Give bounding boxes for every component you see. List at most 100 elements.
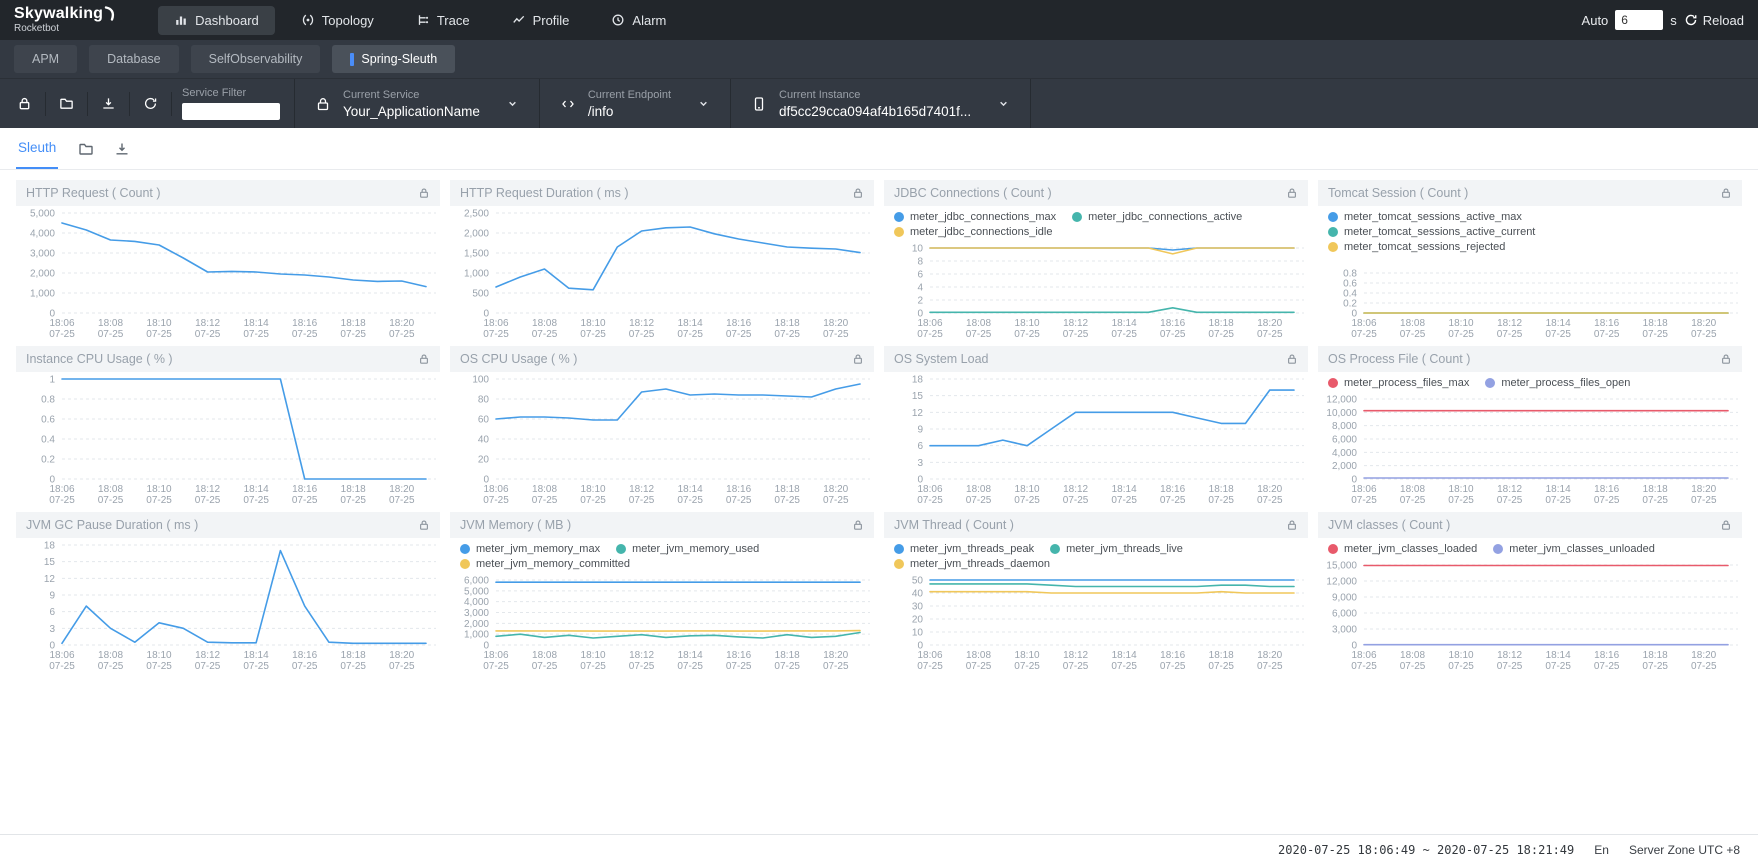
auto-label: Auto <box>1582 13 1609 28</box>
legend-item-meter-tomcat-sessions-active-max[interactable]: meter_tomcat_sessions_active_max <box>1328 211 1522 223</box>
x-axis-date-label: 07-25 <box>726 495 752 506</box>
chart-lock-button[interactable] <box>418 187 430 199</box>
x-axis-time-label: 18:12 <box>1063 484 1088 495</box>
logo-text: Skywalking <box>14 6 103 22</box>
legend-item-meter-jvm-memory-max[interactable]: meter_jvm_memory_max <box>460 543 600 555</box>
x-axis-time-label: 18:10 <box>1015 650 1040 661</box>
chart-lock-button[interactable] <box>1286 187 1298 199</box>
tab-sleuth[interactable]: Sleuth <box>16 128 58 169</box>
chart-plot[interactable]: 036912151818:0607-2518:0807-2518:1007-25… <box>884 372 1308 506</box>
nav-alarm[interactable]: Alarm <box>595 6 682 35</box>
nav-trace[interactable]: Trace <box>400 6 486 35</box>
legend-item-meter-process-files-open[interactable]: meter_process_files_open <box>1485 377 1630 389</box>
y-axis-tick-label: 500 <box>472 289 489 300</box>
selector-current-service[interactable]: Current ServiceYour_ApplicationName <box>295 79 540 128</box>
x-axis-date-label: 07-25 <box>340 329 366 340</box>
x-axis-time-label: 18:08 <box>532 650 557 661</box>
export-button[interactable] <box>88 92 130 116</box>
legend-item-meter-jvm-memory-committed[interactable]: meter_jvm_memory_committed <box>460 558 630 570</box>
chart-plot[interactable]: 024681018:0607-2518:0807-2518:1007-2518:… <box>884 241 1308 340</box>
chart-lock-button[interactable] <box>418 519 430 531</box>
chart-plot[interactable]: 036912151818:0607-2518:0807-2518:1007-25… <box>16 538 440 672</box>
chart-plot[interactable]: 02040608010018:0607-2518:0807-2518:1007-… <box>450 372 874 506</box>
legend-item-meter-tomcat-sessions-active-current[interactable]: meter_tomcat_sessions_active_current <box>1328 226 1535 238</box>
reload-button[interactable]: Reload <box>1684 13 1744 28</box>
legend-item-meter-jvm-threads-live[interactable]: meter_jvm_threads_live <box>1050 543 1183 555</box>
tab-export-button[interactable] <box>114 141 130 157</box>
y-axis-tick-label: 3 <box>49 624 55 635</box>
x-axis-time-label: 18:12 <box>1497 484 1522 495</box>
chart-title: Instance CPU Usage ( % ) <box>26 352 173 366</box>
chart-lock-button[interactable] <box>852 519 864 531</box>
nav-label: Profile <box>533 13 570 28</box>
chart-lock-button[interactable] <box>418 353 430 365</box>
y-axis-tick-label: 0.4 <box>1343 289 1357 300</box>
logo[interactable]: Skywalking Rocketbot <box>14 6 116 34</box>
legend-item-meter-tomcat-sessions-rejected[interactable]: meter_tomcat_sessions_rejected <box>1328 241 1505 253</box>
nav-dashboard[interactable]: Dashboard <box>158 6 275 35</box>
chart-plot[interactable]: 02,0004,0006,0008,00010,00012,00018:0607… <box>1318 392 1742 506</box>
legend-label: meter_jvm_threads_daemon <box>910 558 1050 570</box>
chart-lock-button[interactable] <box>1720 353 1732 365</box>
legend-item-meter-jvm-classes-unloaded[interactable]: meter_jvm_classes_unloaded <box>1493 543 1655 555</box>
x-axis-time-label: 18:18 <box>1209 650 1234 661</box>
x-axis-time-label: 18:16 <box>292 484 317 495</box>
y-axis-tick-label: 9 <box>917 425 923 436</box>
legend-item-meter-process-files-max[interactable]: meter_process_files_max <box>1328 377 1469 389</box>
chart-plot[interactable]: 03,0006,0009,00012,00015,00018:0607-2518… <box>1318 558 1742 672</box>
legend-item-meter-jvm-threads-peak[interactable]: meter_jvm_threads_peak <box>894 543 1034 555</box>
y-axis-tick-label: 3,000 <box>1332 625 1357 636</box>
chart-title: HTTP Request ( Count ) <box>26 186 161 200</box>
chart-legend: meter_jvm_threads_peak meter_jvm_threads_… <box>884 538 1308 573</box>
chart-lock-button[interactable] <box>1720 187 1732 199</box>
language-selector[interactable]: En <box>1594 843 1609 857</box>
legend-row: meter_jdbc_connections_max meter_jdbc_con… <box>894 211 1298 223</box>
lock-icon <box>1286 353 1298 365</box>
group-tab-selfobservability[interactable]: SelfObservability <box>191 45 321 73</box>
x-axis-time-label: 18:08 <box>98 484 123 495</box>
nav-topology[interactable]: Topology <box>285 6 390 35</box>
chart-plot[interactable]: 05001,0001,5002,0002,50018:0607-2518:080… <box>450 206 874 340</box>
auto-interval-input[interactable] <box>1615 10 1663 30</box>
refresh-button[interactable] <box>130 92 172 116</box>
chart-card-jvm-memory-mb: JVM Memory ( MB )meter_jvm_memory_maxmet… <box>450 512 874 672</box>
series-line <box>62 551 426 644</box>
legend-item-meter-jdbc-connections-idle[interactable]: meter_jdbc_connections_idle <box>894 226 1052 238</box>
legend-item-meter-jvm-threads-daemon[interactable]: meter_jvm_threads_daemon <box>894 558 1050 570</box>
chart-lock-button[interactable] <box>1286 353 1298 365</box>
chart-plot[interactable]: 01,0002,0003,0004,0005,0006,00018:0607-2… <box>450 573 874 672</box>
chart-plot[interactable]: 01,0002,0003,0004,0005,00018:0607-2518:0… <box>16 206 440 340</box>
chart-plot[interactable]: 00.20.40.60.8118:0607-2518:0807-2518:100… <box>16 372 440 506</box>
chart-plot[interactable]: 0102030405018:0607-2518:0807-2518:1007-2… <box>884 573 1308 672</box>
group-tab-apm[interactable]: APM <box>14 45 77 73</box>
x-axis-time-label: 18:06 <box>917 484 942 495</box>
lock-button[interactable] <box>4 92 46 116</box>
legend-item-meter-jdbc-connections-active[interactable]: meter_jdbc_connections_active <box>1072 211 1242 223</box>
legend-row: meter_tomcat_sessions_active_max <box>1328 211 1732 223</box>
legend-item-meter-jdbc-connections-max[interactable]: meter_jdbc_connections_max <box>894 211 1056 223</box>
x-axis-date-label: 07-25 <box>389 661 415 672</box>
legend-item-meter-jvm-memory-used[interactable]: meter_jvm_memory_used <box>616 543 759 555</box>
y-axis-tick-label: 3 <box>917 458 923 469</box>
group-tab-database[interactable]: Database <box>89 45 179 73</box>
chart-lock-button[interactable] <box>852 353 864 365</box>
x-axis-date-label: 07-25 <box>917 495 943 506</box>
server-zone[interactable]: Server Zone UTC +8 <box>1629 843 1740 857</box>
logo-title: Skywalking <box>14 6 116 22</box>
chart-lock-button[interactable] <box>1286 519 1298 531</box>
nav-label: Topology <box>322 13 374 28</box>
tab-folder-button[interactable] <box>78 141 94 157</box>
time-range[interactable]: 2020-07-25 18:06:49 ~ 2020-07-25 18:21:4… <box>1278 843 1574 857</box>
nav-profile[interactable]: Profile <box>496 6 586 35</box>
selector-current-instance[interactable]: Current Instancedf5cc29cca094af4b165d740… <box>731 79 1031 128</box>
legend-item-meter-jvm-classes-loaded[interactable]: meter_jvm_classes_loaded <box>1328 543 1477 555</box>
chart-lock-button[interactable] <box>1720 519 1732 531</box>
chart-lock-button[interactable] <box>852 187 864 199</box>
folder-button[interactable] <box>46 92 88 116</box>
selector-current-endpoint[interactable]: Current Endpoint/info <box>540 79 731 128</box>
group-tab-spring-sleuth[interactable]: Spring-Sleuth <box>332 45 455 73</box>
x-axis-date-label: 07-25 <box>1160 495 1186 506</box>
chart-title: JVM Memory ( MB ) <box>460 518 571 532</box>
chart-plot[interactable]: 00.20.40.60.818:0607-2518:0807-2518:1007… <box>1318 256 1742 340</box>
service-filter-input[interactable] <box>182 103 280 120</box>
